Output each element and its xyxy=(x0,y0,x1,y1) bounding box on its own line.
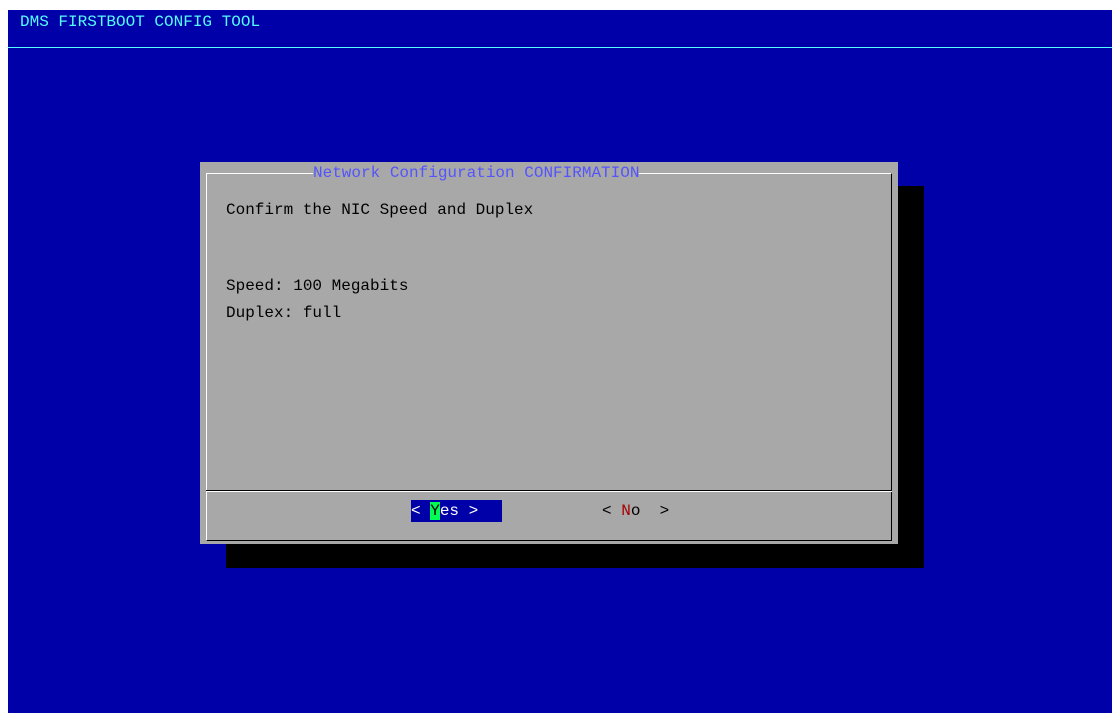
no-button-hotkey: N xyxy=(621,502,631,520)
no-button[interactable]: < No > xyxy=(602,500,693,522)
dialog-message: Confirm the NIC Speed and Duplex xyxy=(226,201,534,219)
back-title-rule xyxy=(8,47,1112,48)
no-button-rest: o > xyxy=(630,502,670,520)
button-separator-highlight xyxy=(206,491,892,492)
back-title: DMS FIRSTBOOT CONFIG TOOL xyxy=(20,13,261,31)
yes-button[interactable]: < Yes > xyxy=(411,500,502,522)
yes-button-rest: es > xyxy=(439,502,479,520)
dialog-title: Network Configuration CONFIRMATION xyxy=(313,162,640,184)
yes-button-hotkey: Y xyxy=(430,502,440,520)
terminal-screen: DMS FIRSTBOOT CONFIG TOOL Network Config… xyxy=(8,10,1112,713)
no-button-left: < xyxy=(602,502,622,520)
dialog-frame xyxy=(206,173,892,541)
speed-value: Speed: 100 Megabits xyxy=(226,277,409,295)
duplex-value: Duplex: full xyxy=(226,304,342,322)
yes-button-left: < xyxy=(411,502,431,520)
confirmation-dialog: Network Configuration CONFIRMATION Confi… xyxy=(200,162,898,544)
